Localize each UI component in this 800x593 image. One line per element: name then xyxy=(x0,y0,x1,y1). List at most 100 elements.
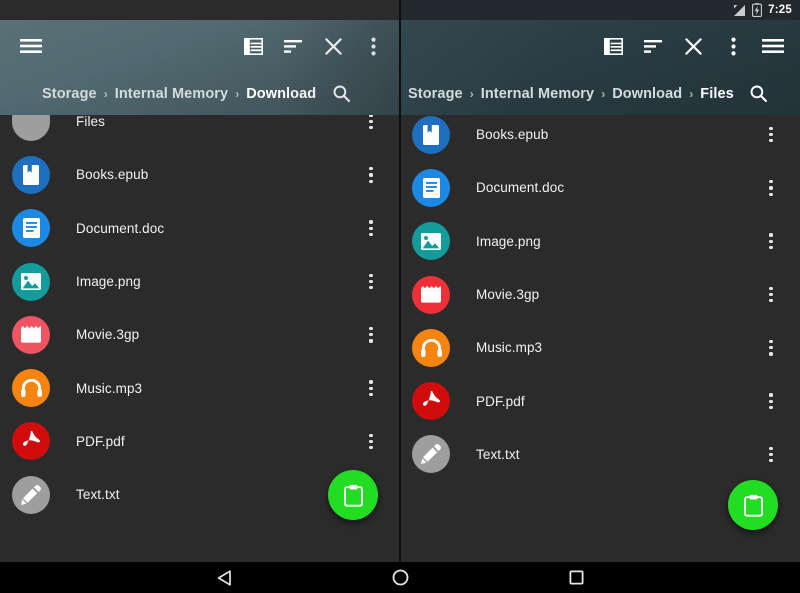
grid-view-icon[interactable] xyxy=(596,29,630,63)
image-icon xyxy=(412,222,450,261)
kebab-menu-icon[interactable] xyxy=(358,160,384,190)
right-toolbar xyxy=(400,20,800,72)
file-row[interactable]: Music.mp3 xyxy=(0,361,400,414)
file-name: Image.png xyxy=(476,233,541,249)
clipboard-paste-icon xyxy=(743,494,763,517)
file-row[interactable]: Document.doc xyxy=(400,161,800,214)
breadcrumb-separator: › xyxy=(469,86,474,101)
right-header: Storage › Internal Memory › Download › Files xyxy=(400,20,800,115)
file-name: Music.mp3 xyxy=(476,340,543,356)
book-icon xyxy=(412,115,450,154)
file-row[interactable]: Image.png xyxy=(0,255,400,308)
kebab-menu-icon[interactable] xyxy=(358,426,384,456)
image-icon xyxy=(12,262,50,301)
file-name: Text.txt xyxy=(476,446,520,462)
file-name: Movie.3gp xyxy=(76,327,140,343)
left-breadcrumb: Storage › Internal Memory › Download xyxy=(0,72,400,115)
android-screen: Files Books.epub Document.doc Image.png Movi… xyxy=(0,0,800,593)
breadcrumb-separator: › xyxy=(103,86,108,101)
recents-square-icon[interactable] xyxy=(516,562,636,593)
file-name: Document.doc xyxy=(476,180,565,196)
sort-icon[interactable] xyxy=(636,29,670,63)
left-toolbar-actions xyxy=(236,29,400,63)
kebab-menu-icon[interactable] xyxy=(358,373,384,403)
breadcrumb-item[interactable]: Internal Memory xyxy=(115,86,229,102)
right-breadcrumb: Storage › Internal Memory › Download › Files xyxy=(400,72,800,115)
left-file-manager-panel: Files Books.epub Document.doc Image.png Movi… xyxy=(0,0,400,562)
breadcrumb-separator: › xyxy=(601,86,606,101)
breadcrumb-item[interactable]: Files xyxy=(700,86,734,102)
grid-view-icon[interactable] xyxy=(236,29,270,63)
back-triangle-icon[interactable] xyxy=(164,562,284,593)
kebab-menu-icon[interactable] xyxy=(758,439,784,469)
book-icon xyxy=(12,155,50,194)
kebab-menu-icon[interactable] xyxy=(358,213,384,243)
kebab-menu-icon[interactable] xyxy=(758,280,784,310)
signal-cellular-icon xyxy=(732,4,746,17)
file-row[interactable]: Movie.3gp xyxy=(400,268,800,321)
kebab-menu-icon[interactable] xyxy=(758,386,784,416)
right-file-manager-panel: Books.epub Document.doc Image.png Movie.3gp… xyxy=(400,0,800,562)
breadcrumb-item[interactable]: Download xyxy=(612,86,682,102)
file-row[interactable]: PDF.pdf xyxy=(400,374,800,427)
close-icon[interactable] xyxy=(676,29,710,63)
breadcrumb-item[interactable]: Storage xyxy=(408,86,463,102)
movie-clapper-icon xyxy=(412,275,450,314)
file-name: Movie.3gp xyxy=(476,287,540,303)
file-row[interactable]: Document.doc xyxy=(0,202,400,255)
breadcrumb-item[interactable]: Internal Memory xyxy=(481,86,595,102)
search-icon[interactable] xyxy=(746,81,772,107)
left-toolbar xyxy=(0,20,400,72)
right-paste-fab[interactable] xyxy=(728,480,778,530)
file-row[interactable]: Music.mp3 xyxy=(400,321,800,374)
document-icon xyxy=(12,209,50,248)
file-name: PDF.pdf xyxy=(476,393,525,409)
hamburger-menu-icon[interactable] xyxy=(14,29,48,63)
pencil-icon xyxy=(412,435,450,474)
right-toolbar-actions xyxy=(596,29,800,63)
status-bar: 7:25 xyxy=(400,0,800,20)
right-file-rows: Books.epub Document.doc Image.png Movie.3gp… xyxy=(400,108,800,481)
android-navigation-bar xyxy=(0,562,800,593)
status-bar-time: 7:25 xyxy=(768,4,792,16)
kebab-menu-icon[interactable] xyxy=(758,120,784,150)
breadcrumb-item[interactable]: Download xyxy=(246,86,316,102)
close-icon[interactable] xyxy=(316,29,350,63)
file-row[interactable]: PDF.pdf xyxy=(0,415,400,468)
left-toolbar-leading xyxy=(0,29,48,63)
breadcrumb-separator: › xyxy=(689,86,694,101)
file-name: Image.png xyxy=(76,274,141,290)
search-icon[interactable] xyxy=(328,81,354,107)
battery-icon xyxy=(752,3,763,17)
file-name: Music.mp3 xyxy=(76,380,143,396)
breadcrumb-item[interactable]: Storage xyxy=(42,86,97,102)
panel-divider xyxy=(399,0,401,562)
pdf-icon xyxy=(12,422,50,461)
kebab-menu-icon[interactable] xyxy=(358,320,384,350)
file-row[interactable]: Books.epub xyxy=(400,108,800,161)
headphones-icon xyxy=(12,369,50,408)
file-row[interactable]: Text.txt xyxy=(400,428,800,481)
hamburger-menu-icon[interactable] xyxy=(756,29,790,63)
kebab-menu-icon[interactable] xyxy=(758,333,784,363)
headphones-icon xyxy=(412,328,450,367)
kebab-menu-icon[interactable] xyxy=(358,267,384,297)
document-icon xyxy=(412,168,450,207)
file-row[interactable]: Image.png xyxy=(400,215,800,268)
file-name: Books.epub xyxy=(76,167,149,183)
left-file-rows: Files Books.epub Document.doc Image.png Movi… xyxy=(0,95,400,521)
sort-icon[interactable] xyxy=(276,29,310,63)
overflow-menu-icon[interactable] xyxy=(356,29,390,63)
left-header: Storage › Internal Memory › Download xyxy=(0,20,400,115)
breadcrumb-separator: › xyxy=(235,86,240,101)
home-circle-icon[interactable] xyxy=(340,562,460,593)
pdf-icon xyxy=(412,382,450,421)
file-row[interactable]: Movie.3gp xyxy=(0,308,400,361)
file-name: PDF.pdf xyxy=(76,433,125,449)
left-paste-fab[interactable] xyxy=(328,470,378,520)
file-name: Document.doc xyxy=(76,220,165,236)
overflow-menu-icon[interactable] xyxy=(716,29,750,63)
file-row[interactable]: Books.epub xyxy=(0,148,400,201)
kebab-menu-icon[interactable] xyxy=(758,173,784,203)
kebab-menu-icon[interactable] xyxy=(758,226,784,256)
